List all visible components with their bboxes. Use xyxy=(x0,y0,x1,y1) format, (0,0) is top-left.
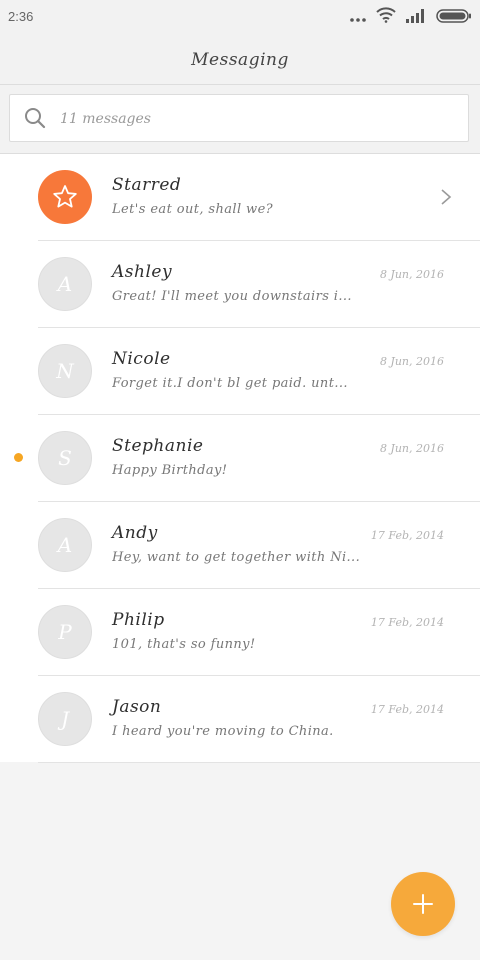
message-preview: Hey, want to get together with Ni... xyxy=(112,550,361,565)
search-area xyxy=(0,85,480,154)
avatar: P xyxy=(38,605,92,659)
message-preview: Let's eat out, shall we? xyxy=(112,202,274,217)
message-date: 8 Jun, 2016 xyxy=(379,268,444,281)
contact-name: Nicole xyxy=(112,349,171,369)
conversation-row[interactable]: S Stephanie 8 Jun, 2016 Happy Birthday! xyxy=(0,415,480,502)
conversation-row[interactable]: J Jason 17 Feb, 2014 I heard you're movi… xyxy=(0,676,480,763)
contact-name: Stephanie xyxy=(112,436,204,456)
plus-icon xyxy=(413,894,433,914)
contact-name: Andy xyxy=(112,523,158,543)
message-date: 17 Feb, 2014 xyxy=(370,529,444,542)
message-date: 17 Feb, 2014 xyxy=(370,703,444,716)
avatar: A xyxy=(38,257,92,311)
avatar: N xyxy=(38,344,92,398)
unread-indicator xyxy=(14,453,23,462)
search-box[interactable] xyxy=(9,94,469,142)
message-date: 8 Jun, 2016 xyxy=(379,442,444,455)
conversation-row[interactable]: A Ashley 8 Jun, 2016 Great! I'll meet yo… xyxy=(0,241,480,328)
app-header: Messaging xyxy=(0,36,480,85)
status-icons xyxy=(350,7,472,27)
signal-icon xyxy=(406,8,426,27)
contact-name: Ashley xyxy=(112,262,173,282)
conversation-row[interactable]: N Nicole 8 Jun, 2016 Forget it.I don't b… xyxy=(0,328,480,415)
page-title: Messaging xyxy=(191,50,289,70)
message-preview: Forget it.I don't bl get paid. unt... xyxy=(112,376,348,391)
conversation-list: Starred Let's eat out, shall we? A Ashle… xyxy=(0,154,480,763)
star-icon xyxy=(53,185,77,208)
contact-name: Jason xyxy=(112,697,162,717)
conversation-row[interactable]: P Philip 17 Feb, 2014 101, that's so fun… xyxy=(0,589,480,676)
wifi-icon xyxy=(376,7,396,27)
status-time: 2:36 xyxy=(8,9,34,24)
chevron-right-icon xyxy=(440,188,452,206)
search-icon xyxy=(24,107,46,129)
contact-name: Starred xyxy=(112,175,182,195)
conversation-row-starred[interactable]: Starred Let's eat out, shall we? xyxy=(0,154,480,241)
message-preview: I heard you're moving to China. xyxy=(112,724,334,739)
message-preview: Great! I'll meet you downstairs i... xyxy=(112,289,352,304)
new-message-button[interactable] xyxy=(391,872,455,936)
avatar: A xyxy=(38,518,92,572)
search-input[interactable] xyxy=(58,105,452,133)
conversation-row[interactable]: A Andy 17 Feb, 2014 Hey, want to get tog… xyxy=(0,502,480,589)
more-dots-icon xyxy=(350,8,366,27)
message-date: 8 Jun, 2016 xyxy=(379,355,444,368)
battery-icon xyxy=(436,8,472,27)
divider xyxy=(38,762,480,763)
avatar: S xyxy=(38,431,92,485)
message-date: 17 Feb, 2014 xyxy=(370,616,444,629)
message-preview: Happy Birthday! xyxy=(112,463,228,478)
avatar: J xyxy=(38,692,92,746)
message-preview: 101, that's so funny! xyxy=(112,637,256,652)
contact-name: Philip xyxy=(112,610,165,630)
avatar-starred xyxy=(38,170,92,224)
status-bar: 2:36 xyxy=(0,0,480,36)
